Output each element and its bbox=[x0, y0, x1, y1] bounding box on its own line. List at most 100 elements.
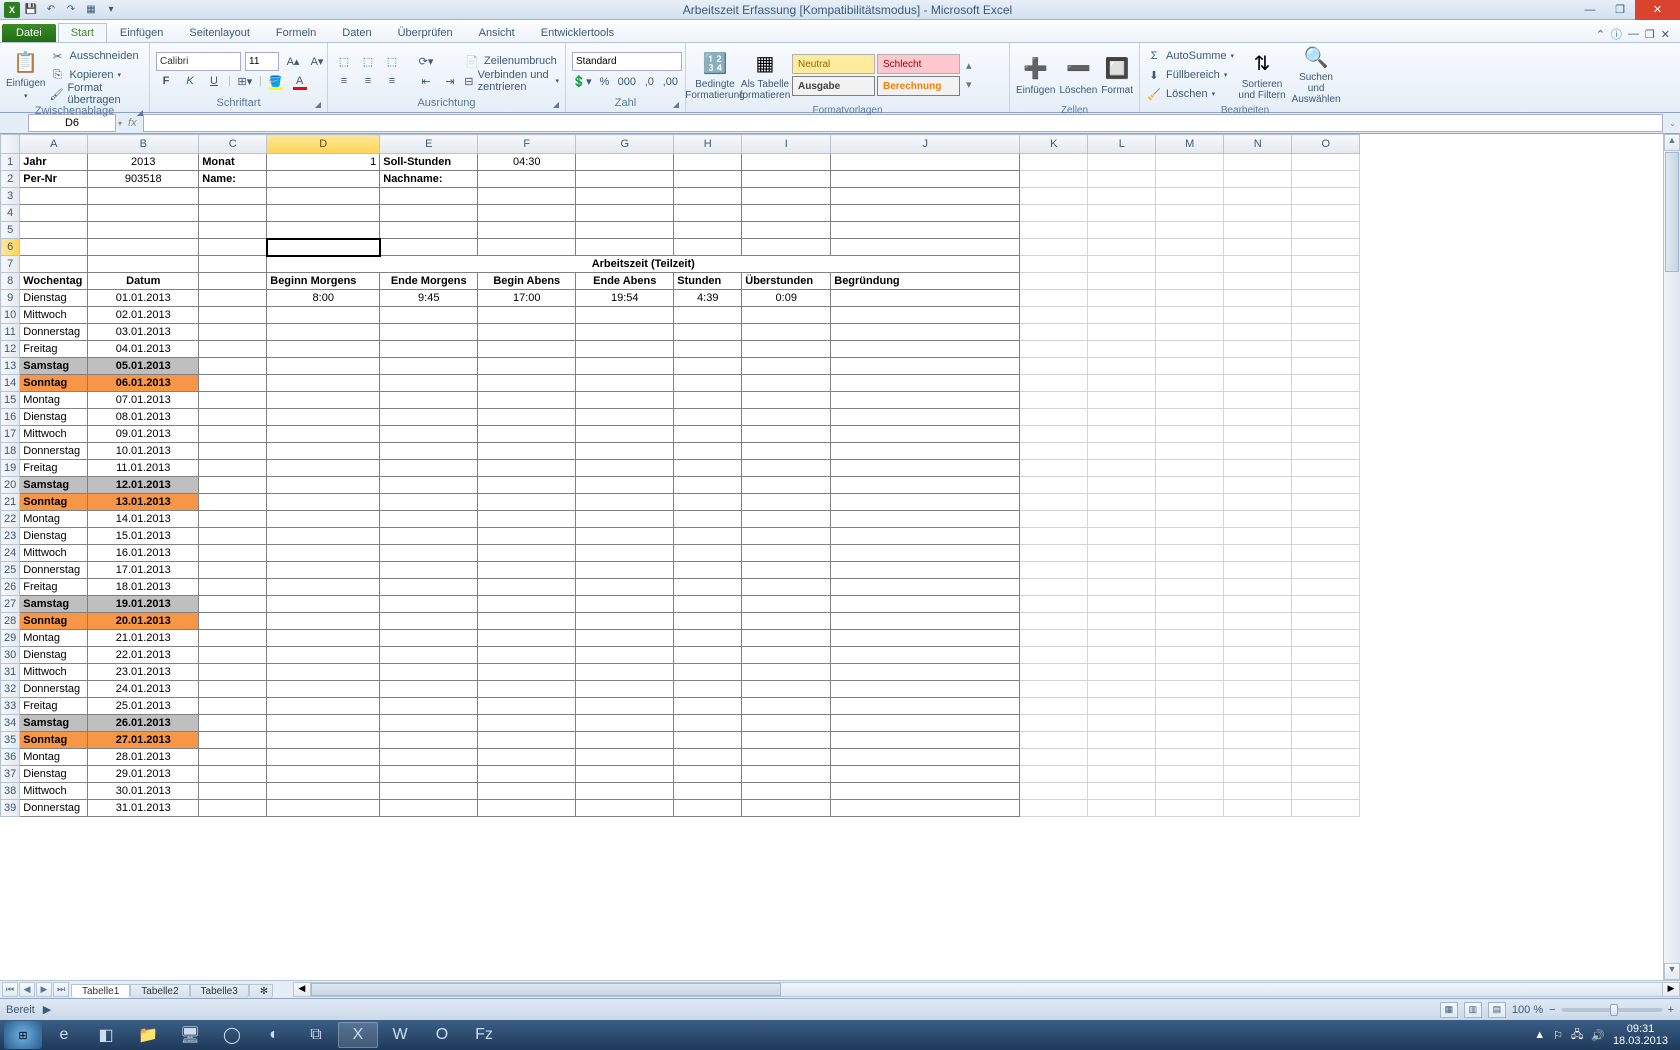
ribbon-minimize-icon[interactable]: ⌃ bbox=[1596, 28, 1605, 41]
row-header[interactable]: 16 bbox=[1, 409, 20, 426]
expand-formula-icon[interactable]: ⌄ bbox=[1665, 119, 1680, 128]
row-header[interactable]: 19 bbox=[1, 460, 20, 477]
col-header[interactable]: C bbox=[199, 135, 267, 154]
paste-button[interactable]: 📋Einfügen▾ bbox=[6, 45, 45, 105]
row-header[interactable]: 23 bbox=[1, 528, 20, 545]
taskbar-app3[interactable]: ◐ bbox=[254, 1022, 294, 1048]
sheet-tab[interactable]: Tabelle1 bbox=[71, 984, 130, 998]
col-header[interactable]: A bbox=[20, 135, 88, 154]
style-bad[interactable]: Schlecht bbox=[877, 54, 960, 74]
fill-color[interactable]: 🪣 bbox=[266, 71, 286, 91]
autosum[interactable]: ΣAutoSumme▾ bbox=[1146, 47, 1234, 65]
taskbar-chrome[interactable]: ◯ bbox=[212, 1022, 252, 1048]
qat-save[interactable]: 💾 bbox=[22, 1, 40, 19]
vertical-scrollbar[interactable]: ▲ ▼ bbox=[1663, 134, 1680, 980]
indent-dec[interactable]: ⇤ bbox=[416, 71, 436, 91]
scroll-down-icon[interactable]: ▼ bbox=[1664, 963, 1680, 980]
number-format[interactable] bbox=[572, 52, 682, 71]
format-table[interactable]: ▦Als Tabelle formatieren bbox=[742, 45, 788, 105]
row-header[interactable]: 33 bbox=[1, 698, 20, 715]
cond-format[interactable]: 🔢Bedingte Formatierung bbox=[692, 45, 738, 105]
thousands[interactable]: 000 bbox=[617, 72, 637, 92]
fx-icon[interactable]: fx bbox=[128, 117, 137, 129]
tab-formulas[interactable]: Formeln bbox=[263, 23, 329, 42]
row-header[interactable]: 38 bbox=[1, 783, 20, 800]
cut-button[interactable]: ✂Ausschneiden bbox=[49, 47, 143, 65]
qat-customize[interactable]: ▾ bbox=[102, 1, 120, 19]
scroll-right-icon[interactable]: ▶ bbox=[1662, 983, 1679, 996]
tab-developer[interactable]: Entwicklertools bbox=[528, 23, 627, 42]
help-icon[interactable]: ⓘ bbox=[1611, 26, 1622, 42]
col-header[interactable]: I bbox=[742, 135, 831, 154]
zoom-out[interactable]: − bbox=[1549, 1004, 1555, 1016]
delete-cells[interactable]: ➖Löschen bbox=[1059, 45, 1097, 105]
zoom-level[interactable]: 100 % bbox=[1512, 1004, 1543, 1016]
row-header[interactable]: 25 bbox=[1, 562, 20, 579]
tab-file[interactable]: Datei bbox=[2, 24, 56, 42]
decrease-font[interactable]: A▾ bbox=[307, 51, 327, 71]
format-cells[interactable]: 🔲Format bbox=[1101, 45, 1133, 105]
tray-volume-icon[interactable]: 🔊 bbox=[1591, 1029, 1605, 1042]
style-neutral[interactable]: Neutral bbox=[792, 54, 875, 74]
col-header[interactable]: J bbox=[831, 135, 1020, 154]
orientation[interactable]: ⟳▾ bbox=[416, 51, 436, 71]
taskbar-excel[interactable]: X bbox=[338, 1022, 378, 1048]
underline-button[interactable]: U bbox=[204, 71, 224, 91]
percent[interactable]: % bbox=[596, 72, 613, 92]
col-header[interactable]: G bbox=[576, 135, 674, 154]
new-sheet[interactable]: ✻ bbox=[249, 984, 273, 998]
taskbar-ie[interactable]: e bbox=[44, 1022, 84, 1048]
zoom-in[interactable]: + bbox=[1668, 1004, 1674, 1016]
row-header[interactable]: 5 bbox=[1, 222, 20, 239]
align-center[interactable]: ≡ bbox=[358, 71, 378, 91]
taskbar-outlook[interactable]: O bbox=[422, 1022, 462, 1048]
scroll-left-icon[interactable]: ◀ bbox=[294, 983, 311, 996]
currency[interactable]: 💲▾ bbox=[572, 72, 592, 92]
inc-decimal[interactable]: ,0 bbox=[641, 72, 658, 92]
row-header[interactable]: 20 bbox=[1, 477, 20, 494]
col-header[interactable]: H bbox=[674, 135, 742, 154]
row-header[interactable]: 26 bbox=[1, 579, 20, 596]
align-left[interactable]: ≡ bbox=[334, 71, 354, 91]
font-name[interactable] bbox=[156, 52, 241, 71]
minimize-button[interactable]: — bbox=[1575, 0, 1605, 20]
window-close2[interactable]: ✕ bbox=[1661, 28, 1670, 41]
view-normal[interactable]: ▦ bbox=[1440, 1002, 1458, 1018]
style-down-icon[interactable]: ▾ bbox=[966, 78, 972, 91]
row-header[interactable]: 13 bbox=[1, 358, 20, 375]
indent-inc[interactable]: ⇥ bbox=[440, 71, 460, 91]
fill[interactable]: ⬇Füllbereich▾ bbox=[1146, 66, 1234, 84]
style-output[interactable]: Ausgabe bbox=[792, 76, 875, 96]
qat-print[interactable]: ▦ bbox=[82, 1, 100, 19]
active-cell[interactable] bbox=[267, 239, 380, 256]
start-button[interactable]: ⊞ bbox=[4, 1021, 42, 1049]
row-header[interactable]: 15 bbox=[1, 392, 20, 409]
col-header[interactable]: M bbox=[1156, 135, 1224, 154]
taskbar-filezilla[interactable]: Fz bbox=[464, 1022, 504, 1048]
row-header[interactable]: 22 bbox=[1, 511, 20, 528]
row-header[interactable]: 9 bbox=[1, 290, 20, 307]
font-color[interactable]: A bbox=[290, 71, 310, 91]
taskbar-vs[interactable]: ⧉ bbox=[296, 1022, 336, 1048]
row-header[interactable]: 27 bbox=[1, 596, 20, 613]
row-header[interactable]: 4 bbox=[1, 205, 20, 222]
row-header[interactable]: 39 bbox=[1, 800, 20, 817]
row-header[interactable]: 11 bbox=[1, 324, 20, 341]
col-header[interactable]: D bbox=[267, 135, 380, 154]
align-middle[interactable]: ⬚ bbox=[358, 51, 378, 71]
tray-flag-icon[interactable]: ⚐ bbox=[1553, 1029, 1563, 1042]
tray-clock[interactable]: 09:3118.03.2013 bbox=[1613, 1023, 1668, 1047]
row-header[interactable]: 28 bbox=[1, 613, 20, 630]
sheet-tab[interactable]: Tabelle3 bbox=[190, 984, 249, 998]
row-header[interactable]: 30 bbox=[1, 647, 20, 664]
tab-nav-first[interactable]: ⏮ bbox=[2, 982, 18, 997]
view-break[interactable]: ▤ bbox=[1488, 1002, 1506, 1018]
col-header[interactable]: E bbox=[380, 135, 478, 154]
row-header[interactable]: 21 bbox=[1, 494, 20, 511]
col-header[interactable]: F bbox=[478, 135, 576, 154]
spreadsheet-grid[interactable]: ABCDEFGHIJKLMNO 1Jahr2013Monat1Soll-Stun… bbox=[0, 134, 1360, 817]
row-header[interactable]: 36 bbox=[1, 749, 20, 766]
increase-font[interactable]: A▴ bbox=[283, 51, 303, 71]
hscroll-thumb[interactable] bbox=[311, 983, 781, 996]
row-header[interactable]: 10 bbox=[1, 307, 20, 324]
